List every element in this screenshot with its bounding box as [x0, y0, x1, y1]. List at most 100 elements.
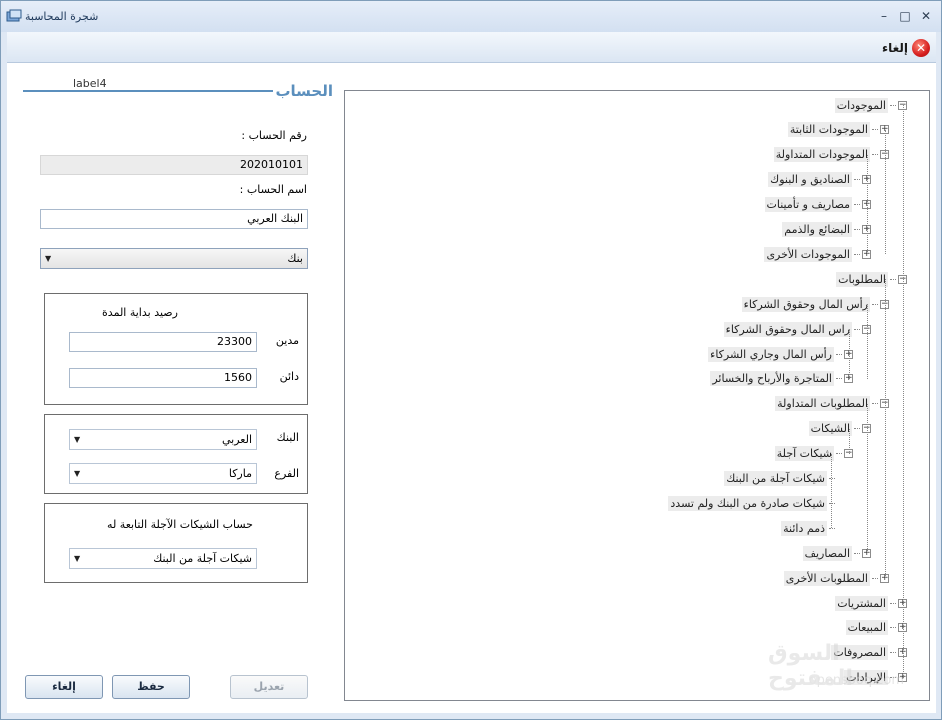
- deferred-checks-group: حساب الشيكات الآجلة التابعة له شيكات آجل…: [44, 503, 308, 583]
- tree-node[interactable]: الموجودات الأخرى +: [764, 244, 871, 264]
- account-number-label: رقم الحساب :: [241, 129, 307, 142]
- tree-connector: [872, 129, 878, 131]
- credit-field[interactable]: 1560: [69, 368, 257, 388]
- window-title: شجرة المحاسبة: [25, 10, 99, 23]
- tree-node[interactable]: الموجودات الثابتة +: [787, 120, 889, 140]
- branch-value: ماركا: [228, 467, 252, 480]
- tree-node[interactable]: شيكات آجلة من البنك: [724, 469, 835, 489]
- tree-connector: [836, 353, 842, 355]
- tree-connector: [854, 229, 860, 230]
- tree-guide-line: [831, 453, 832, 529]
- tree-node[interactable]: ذمم دائنة: [781, 518, 835, 538]
- tree-node-label: الصناديق و البنوك: [768, 172, 852, 188]
- tree-node[interactable]: الموجودات −: [834, 95, 907, 115]
- tree-connector: [836, 378, 842, 380]
- tree-connector: [854, 328, 860, 330]
- tree-node-label: الموجودات: [834, 97, 888, 113]
- tree-node[interactable]: الموجودات المتداولة −: [773, 145, 889, 165]
- tree-node-label: المطلوبات الأخرى: [783, 570, 870, 586]
- tree-node-label: رأس المال وجاري الشركاء: [708, 346, 834, 362]
- tree-guide-line: [867, 154, 868, 255]
- edit-button[interactable]: تعديل: [230, 675, 308, 699]
- tree-connector: [854, 253, 860, 255]
- close-circle-icon: ✕: [912, 39, 930, 57]
- section-title: الحساب: [275, 82, 333, 100]
- tree-connector: [829, 502, 835, 504]
- tree-node-label: المصاريف: [802, 545, 852, 561]
- branch-select[interactable]: ماركا ▼: [69, 463, 257, 484]
- deferred-checks-title: حساب الشيكات الآجلة التابعة له: [107, 518, 253, 531]
- maximize-button[interactable]: □: [894, 7, 916, 25]
- tree-node[interactable]: الصناديق و البنوك +: [768, 170, 871, 190]
- debit-field[interactable]: 23300: [69, 332, 257, 352]
- accounts-tree-window: شجرة المحاسبة – □ ✕ ✕ إلغاء label4 الحسا…: [0, 0, 942, 720]
- branch-label: الفرع: [274, 467, 299, 480]
- tree-node[interactable]: رأس المال وجاري الشركاء +: [708, 344, 853, 364]
- tree-node[interactable]: المطلوبات الأخرى +: [783, 568, 889, 588]
- toolbar: ✕ إلغاء: [7, 32, 936, 63]
- tree-node[interactable]: المبيعات +: [845, 618, 907, 638]
- chevron-down-icon: ▼: [74, 554, 81, 563]
- tree-node-label: الموجودات المتداولة: [773, 147, 870, 163]
- tree-connector: [836, 453, 842, 455]
- tree-connector: [854, 179, 860, 181]
- bank-label: البنك: [276, 431, 299, 444]
- accounts-tree[interactable]: الموجودات − الموجودات الثابتة + الموجودات ال…: [344, 90, 930, 701]
- close-button[interactable]: ✕: [915, 7, 937, 25]
- tree-node[interactable]: المطلوبات المتداولة −: [775, 394, 889, 414]
- bank-select[interactable]: العربي ▼: [69, 429, 257, 450]
- tree-node-label: ذمم دائنة: [781, 520, 827, 536]
- tree-guide-line: [885, 129, 886, 255]
- section-divider: [23, 90, 273, 92]
- account-number-field: 202010101: [40, 155, 308, 175]
- tree-node-label: المبيعات: [845, 620, 888, 636]
- tree-connector: [890, 104, 896, 106]
- tree-connector: [854, 428, 860, 430]
- tree-connector: [872, 303, 878, 305]
- account-type-select[interactable]: بنك ▼: [40, 248, 308, 269]
- chevron-down-icon: ▼: [74, 435, 81, 444]
- tree-connector: [890, 602, 896, 604]
- tree-node[interactable]: المشتريات +: [835, 593, 907, 613]
- tree-node-label: مصاريف و تأمينات: [764, 197, 852, 213]
- chevron-down-icon: ▼: [45, 254, 52, 263]
- tree-connector: [829, 527, 835, 529]
- deferred-checks-select[interactable]: شيكات آجلة من البنك ▼: [69, 548, 257, 569]
- title-bar: شجرة المحاسبة – □ ✕: [1, 1, 941, 32]
- debit-label: مدين: [275, 334, 299, 347]
- app-icon: [6, 9, 22, 22]
- tree-connector: [854, 204, 860, 206]
- tree-node[interactable]: الشيكات −: [808, 419, 871, 439]
- tree-node-label: شيكات صادرة من البنك ولم تسدد: [668, 495, 827, 511]
- tree-guide-line: [849, 329, 850, 379]
- tree-node[interactable]: المطلوبات −: [836, 269, 907, 289]
- tree-node-label: شيكات آجلة: [774, 446, 834, 462]
- tree-connector: [872, 403, 878, 405]
- account-name-field[interactable]: البنك العربي: [40, 209, 308, 229]
- tree-guide-line: [885, 279, 886, 579]
- tree-node[interactable]: المتاجرة والأرباح والخسائر +: [710, 369, 853, 389]
- tree-node[interactable]: شيكات آجلة −: [774, 444, 853, 464]
- tree-node[interactable]: المصاريف +: [802, 543, 871, 563]
- account-type-value: بنك: [287, 252, 303, 265]
- tree-node-label: المطلوبات المتداولة: [775, 396, 870, 412]
- tree-node[interactable]: شيكات صادرة من البنك ولم تسدد: [668, 493, 835, 513]
- watermark-logo: السوق المفتوح opensooq.com: [768, 641, 918, 701]
- toolbar-cancel-button[interactable]: ✕ إلغاء: [882, 38, 930, 58]
- minimize-button[interactable]: –: [873, 7, 895, 25]
- tree-node[interactable]: مصاريف و تأمينات +: [764, 195, 871, 215]
- tree-node[interactable]: البضائع والذمم +: [782, 220, 871, 240]
- bank-group: البنك العربي ▼ الفرع ماركا ▼: [44, 414, 308, 494]
- client-area: label4 الحساب رقم الحساب : 202010101 اسم…: [7, 63, 936, 713]
- chevron-down-icon: ▼: [74, 469, 81, 478]
- tree-node-label: الشيكات: [808, 421, 852, 437]
- tree-node-label: راس المال وحقوق الشركاء: [723, 321, 852, 337]
- tree-node-label: المشتريات: [835, 595, 888, 611]
- tree-connector: [872, 154, 878, 156]
- tree-connector: [872, 577, 878, 579]
- tree-connector: [829, 478, 835, 479]
- tree-node-label: الموجودات الثابتة: [787, 122, 870, 138]
- cancel-button[interactable]: إلغاء: [25, 675, 103, 699]
- save-button[interactable]: حفظ: [112, 675, 190, 699]
- tree-guide-line: [867, 403, 868, 554]
